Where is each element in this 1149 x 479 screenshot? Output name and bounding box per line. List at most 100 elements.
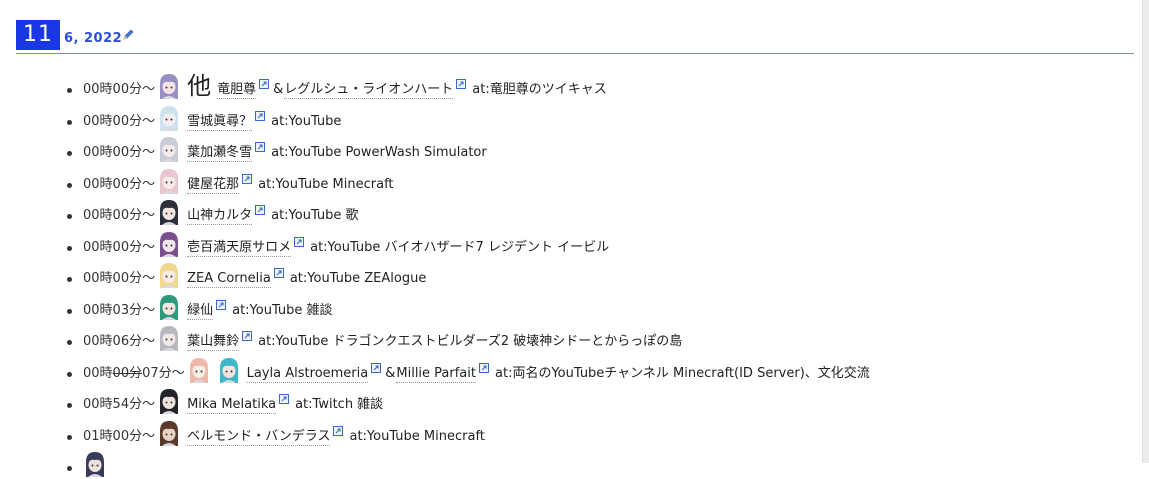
venue-text: at:YouTube ZEAlogue [290,271,427,290]
schedule-row: 00時00分～ZEA Corneliaat:YouTube ZEAlogue [83,260,426,290]
list-bullet [67,466,72,471]
start-time: 00時00分～ [83,177,155,196]
scrollbar[interactable] [1142,0,1149,463]
schedule-row: 00時00分～他竜胆尊&レグルシュ・ライオンハートat:竜胆尊のツイキャス [83,65,607,101]
schedule-item: 01時00分～ ベルモンド・バンデラス at:YouTube Minecraft [0,416,1130,448]
talent-link[interactable]: 葉加瀬冬雪 [187,145,252,162]
time-prefix: 00時 [83,366,113,381]
external-link-icon[interactable] [242,331,252,341]
talent-link[interactable]: 緑仙 [187,303,213,320]
external-link-icon[interactable] [255,111,265,121]
schedule-item: 00時00分～山神カルタat:YouTube 歌 [0,196,1130,228]
start-time: 00時03分～ [83,303,155,322]
schedule-item: 00時06分～ 葉山舞鈴 at:YouTube ドラゴンクエストビルダーズ2 破壊神… [0,322,1130,354]
talent-avatar [157,294,181,320]
schedule-item: 00時54分～ Mika Melatika at:Twitch 雑談 [0,385,1130,417]
talent-avatar [157,420,181,446]
start-time: 00時00分～ [83,145,155,164]
schedule-row: 00時00分～雪城眞尋？at:YouTube [83,103,341,133]
start-time: 00時54分～ [83,397,155,416]
schedule-row: 00時00分～山神カルタat:YouTube 歌 [83,197,359,227]
venue-text: at:YouTube バイオハザード7 レジデント イービル [310,240,609,259]
schedule-item: 00時00分～ZEA Corneliaat:YouTube ZEAlogue [0,259,1130,291]
talent-avatar [217,357,241,383]
schedule-item [0,448,1130,479]
ampersand: & [385,366,395,385]
talent-link[interactable]: レグルシュ・ライオンハート [284,82,453,99]
talent-avatar [157,105,181,131]
talent-link[interactable]: ZEA Cornelia [187,271,271,288]
external-link-icon[interactable] [216,300,226,310]
talent-link[interactable]: 山神カルタ [187,208,252,225]
list-bullet [67,435,72,440]
external-link-icon[interactable] [456,79,466,89]
start-time: 01時00分～ [83,429,155,448]
schedule-row: 01時00分～ ベルモンド・バンデラス at:YouTube Minecraft [83,418,485,448]
pencil-icon[interactable] [122,29,134,41]
venue-text: at:YouTube ドラゴンクエストビルダーズ2 破壊神シドーとからっぽの島 [258,334,682,353]
schedule-item: 00時00分～雪城眞尋？at:YouTube [0,101,1130,133]
day-number: 11 [16,20,60,50]
list-bullet [67,151,72,156]
start-time: 00時00分～ [83,82,155,101]
schedule-item: 00時00分～ 壱百満天原サロメ at:YouTube バイオハザード7 レジデント… [0,227,1130,259]
list-bullet [67,214,72,219]
list-bullet [67,403,72,408]
external-link-icon[interactable] [333,426,343,436]
date-header: 11 6, 2022 [16,20,1134,54]
talent-link[interactable]: Millie Parfait [396,366,476,383]
talent-link[interactable]: 健屋花那 [187,177,239,194]
venue-text: at:YouTube Minecraft [349,429,484,448]
schedule-row: 00時00分07分～ Layla Alstroemeria&Millie Parf… [83,355,870,385]
schedule-row: 00時03分～ 緑仙 at:YouTube 雑談 [83,292,333,322]
talent-link[interactable]: ベルモンド・バンデラス [187,429,330,446]
talent-avatar [157,136,181,162]
external-link-icon[interactable] [255,205,265,215]
time-suffix: 07分～ [142,366,185,381]
external-link-icon[interactable] [371,363,381,373]
start-time: 00時06分～ [83,334,155,353]
talent-avatar [157,388,181,414]
talent-link[interactable]: Mika Melatika [187,397,276,414]
talent-link[interactable]: 壱百満天原サロメ [187,240,291,257]
venue-text: at:竜胆尊のツイキャス [472,82,606,101]
list-bullet [67,88,72,93]
schedule-row [83,449,113,479]
venue-text: at:両名のYouTubeチャンネル Minecraft(ID Server)、… [495,366,870,385]
schedule-row: 00時06分～ 葉山舞鈴 at:YouTube ドラゴンクエストビルダーズ2 破壊神… [83,323,682,353]
talent-avatar [157,73,181,99]
list-bullet [67,372,72,377]
talent-link[interactable]: 竜胆尊 [217,82,256,99]
talent-avatar [157,199,181,225]
talent-link[interactable]: 雪城眞尋？ [187,114,252,131]
talent-link[interactable]: 葉山舞鈴 [187,334,239,351]
schedule-item: 00時00分～葉加瀬冬雪at:YouTube PowerWash Simulat… [0,133,1130,165]
start-time: 00時00分～ [83,240,155,259]
schedule-row: 00時00分～ 健屋花那 at:YouTube Minecraft [83,166,394,196]
list-bullet [67,120,72,125]
month-year: 6, 2022 [64,31,122,46]
talent-avatar [157,325,181,351]
external-link-icon[interactable] [255,142,265,152]
schedule-row: 00時00分～ 壱百満天原サロメ at:YouTube バイオハザード7 レジデント… [83,229,609,259]
list-bullet [67,340,72,345]
schedule-item: 00時03分～ 緑仙 at:YouTube 雑談 [0,290,1130,322]
external-link-icon[interactable] [274,268,284,278]
external-link-icon[interactable] [294,237,304,247]
schedule-list: 00時00分～他竜胆尊&レグルシュ・ライオンハートat:竜胆尊のツイキャス00時… [0,64,1130,479]
external-link-icon[interactable] [279,394,289,404]
schedule-item: 00時00分～他竜胆尊&レグルシュ・ライオンハートat:竜胆尊のツイキャス [0,64,1130,101]
venue-text: at:YouTube 雑談 [232,303,332,322]
schedule-item: 00時00分07分～ Layla Alstroemeria&Millie Parf… [0,353,1130,385]
talent-avatar [187,357,211,383]
venue-text: at:YouTube Minecraft [258,177,393,196]
schedule-row: 00時00分～葉加瀬冬雪at:YouTube PowerWash Simulat… [83,134,487,164]
external-link-icon[interactable] [242,174,252,184]
time-struck: 00分 [113,366,143,381]
list-bullet [67,246,72,251]
start-time: 00時00分～ [83,114,155,133]
external-link-icon[interactable] [259,79,269,89]
talent-link[interactable]: Layla Alstroemeria [247,366,369,383]
venue-text: at:Twitch 雑談 [295,397,383,416]
external-link-icon[interactable] [479,363,489,373]
